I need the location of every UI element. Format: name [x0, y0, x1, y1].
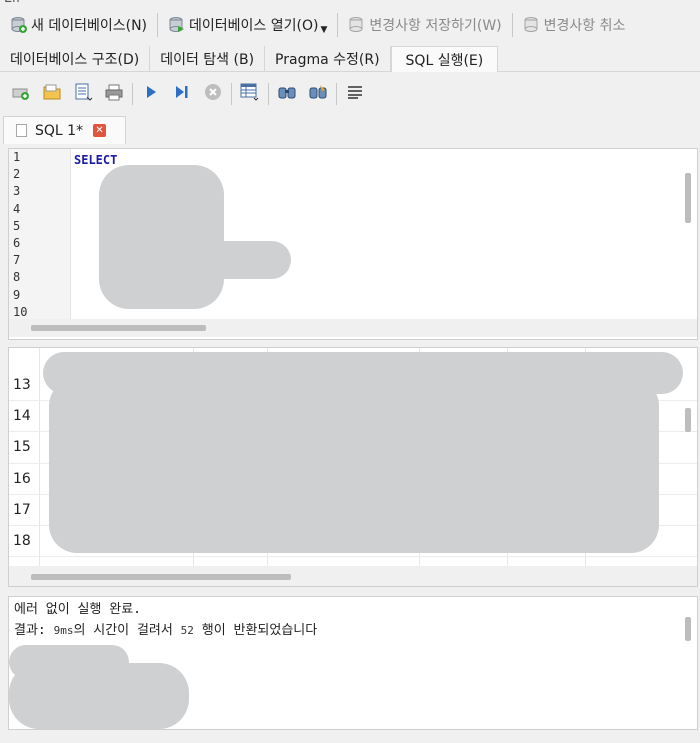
line-number-gutter: 1 2 3 4 5 6 7 8 9 10 — [9, 149, 71, 319]
redaction-mask — [99, 165, 224, 309]
line-number: 9 — [13, 287, 21, 302]
write-changes-button[interactable]: 변경사항 저장하기(W) — [344, 11, 505, 39]
tab-browse-data[interactable]: 데이터 탐색 (B) — [150, 46, 266, 72]
comment-toggle-button[interactable] — [342, 81, 368, 107]
write-changes-icon — [348, 16, 366, 34]
comment-icon — [346, 84, 364, 104]
line-number: 6 — [13, 235, 21, 250]
toolbar-separator — [511, 13, 513, 37]
sql-toolbar — [0, 78, 700, 110]
row-number: 18 — [13, 533, 31, 550]
execute-all-icon — [144, 84, 158, 104]
sql-keyword: SELECT — [74, 153, 118, 167]
execute-current-line-button[interactable] — [169, 81, 195, 107]
stop-icon — [204, 83, 222, 105]
new-database-button[interactable]: 새 데이터베이스(N) — [6, 11, 151, 39]
toolbar-separator — [337, 13, 339, 37]
sql-editor-tab[interactable]: SQL 1* ✕ — [3, 116, 126, 144]
redaction-mask — [9, 663, 189, 729]
row-number: 14 — [13, 408, 31, 425]
row-number: 13 — [13, 377, 31, 394]
row-count: 52 — [180, 624, 194, 637]
stop-execution-button[interactable] — [200, 81, 226, 107]
scroll-thumb[interactable] — [31, 574, 291, 580]
results-horizontal-scrollbar[interactable] — [9, 566, 697, 586]
redaction-mask — [159, 241, 291, 279]
save-results-button[interactable] — [237, 81, 263, 107]
save-results-icon — [239, 82, 261, 106]
line-number: 7 — [13, 253, 21, 268]
find-replace-button[interactable] — [305, 81, 331, 107]
find-button[interactable] — [274, 81, 300, 107]
line-number: 5 — [13, 218, 21, 233]
elapsed-time: 9ms — [53, 624, 74, 637]
main-toolbar: 새 데이터베이스(N) 데이터베이스 열기(O) ▼ 변경사항 저장하기(W) … — [0, 6, 700, 44]
print-icon — [104, 83, 124, 105]
result-middle: 의 시간이 걸려서 — [73, 623, 181, 638]
toolbar-separator — [268, 83, 269, 105]
open-tab-icon — [11, 83, 31, 105]
open-sql-file-button[interactable] — [39, 81, 65, 107]
write-changes-label: 변경사항 저장하기(W) — [369, 18, 502, 34]
toolbar-separator — [132, 83, 133, 105]
row-number: 16 — [13, 470, 31, 487]
save-sql-icon — [73, 82, 93, 106]
tab-edit-pragmas[interactable]: Pragma 수정(R) — [265, 46, 391, 72]
new-database-label: 새 데이터베이스(N) — [31, 18, 148, 34]
message-pane[interactable]: 에러 없이 실행 완료. 결과: 9ms의 시간이 걸려서 52 행이 반환되었… — [8, 596, 698, 730]
execute-line-icon — [174, 84, 190, 104]
find-replace-icon — [308, 83, 328, 105]
tab-database-structure[interactable]: 데이터베이스 구조(D) — [0, 46, 151, 72]
save-sql-file-button[interactable] — [70, 81, 96, 107]
revert-changes-label: 변경사항 취소 — [543, 18, 626, 34]
revert-changes-button[interactable]: 변경사항 취소 — [519, 11, 630, 39]
toolbar-separator — [336, 83, 337, 105]
message-result-line: 결과: 9ms의 시간이 걸려서 52 행이 반환되었습니다 — [9, 620, 697, 641]
open-tab-button[interactable] — [8, 81, 34, 107]
scroll-thumb[interactable] — [31, 325, 206, 331]
open-db-icon — [168, 16, 186, 34]
tab-execute-sql[interactable]: SQL 실행(E) — [390, 46, 499, 72]
execute-all-button[interactable] — [138, 81, 164, 107]
line-number: 3 — [13, 184, 21, 199]
message-status: 에러 없이 실행 완료. — [14, 602, 141, 617]
line-number: 1 — [13, 150, 21, 164]
line-number: 2 — [13, 167, 21, 182]
open-database-button[interactable]: 데이터베이스 열기(O) ▼ — [164, 11, 331, 39]
editor-horizontal-scrollbar[interactable] — [9, 319, 697, 337]
chevron-down-icon[interactable]: ▼ — [320, 25, 327, 35]
sql-file-icon — [16, 124, 27, 137]
line-number: 4 — [13, 201, 21, 216]
row-number: 15 — [13, 439, 31, 456]
print-button[interactable] — [101, 81, 127, 107]
result-suffix: 행이 반환되었습니다 — [193, 623, 318, 638]
revert-changes-icon — [523, 16, 541, 34]
toolbar-separator — [231, 83, 232, 105]
sql-tab-label: SQL 1* — [35, 122, 84, 139]
result-prefix: 결과: — [14, 623, 54, 638]
results-vertical-scrollbar[interactable] — [685, 408, 691, 432]
redaction-mask — [49, 378, 659, 553]
message-vertical-scrollbar[interactable] — [685, 617, 691, 641]
open-database-label: 데이터베이스 열기(O) — [189, 18, 319, 34]
results-grid[interactable]: 136 14 15 16 17 18 — [8, 347, 698, 587]
main-tab-bar: 데이터베이스 구조(D) 데이터 탐색 (B) Pragma 수정(R) SQL… — [0, 46, 700, 72]
line-number: 8 — [13, 270, 21, 285]
row-number: 17 — [13, 501, 31, 518]
sql-editor[interactable]: 1 2 3 4 5 6 7 8 9 10 SELECT — [8, 148, 698, 340]
editor-vertical-scrollbar[interactable] — [685, 173, 691, 223]
find-icon — [277, 83, 297, 105]
close-icon[interactable]: ✕ — [93, 124, 107, 137]
new-db-icon — [10, 16, 28, 34]
open-sql-icon — [42, 83, 62, 105]
toolbar-separator — [157, 13, 159, 37]
